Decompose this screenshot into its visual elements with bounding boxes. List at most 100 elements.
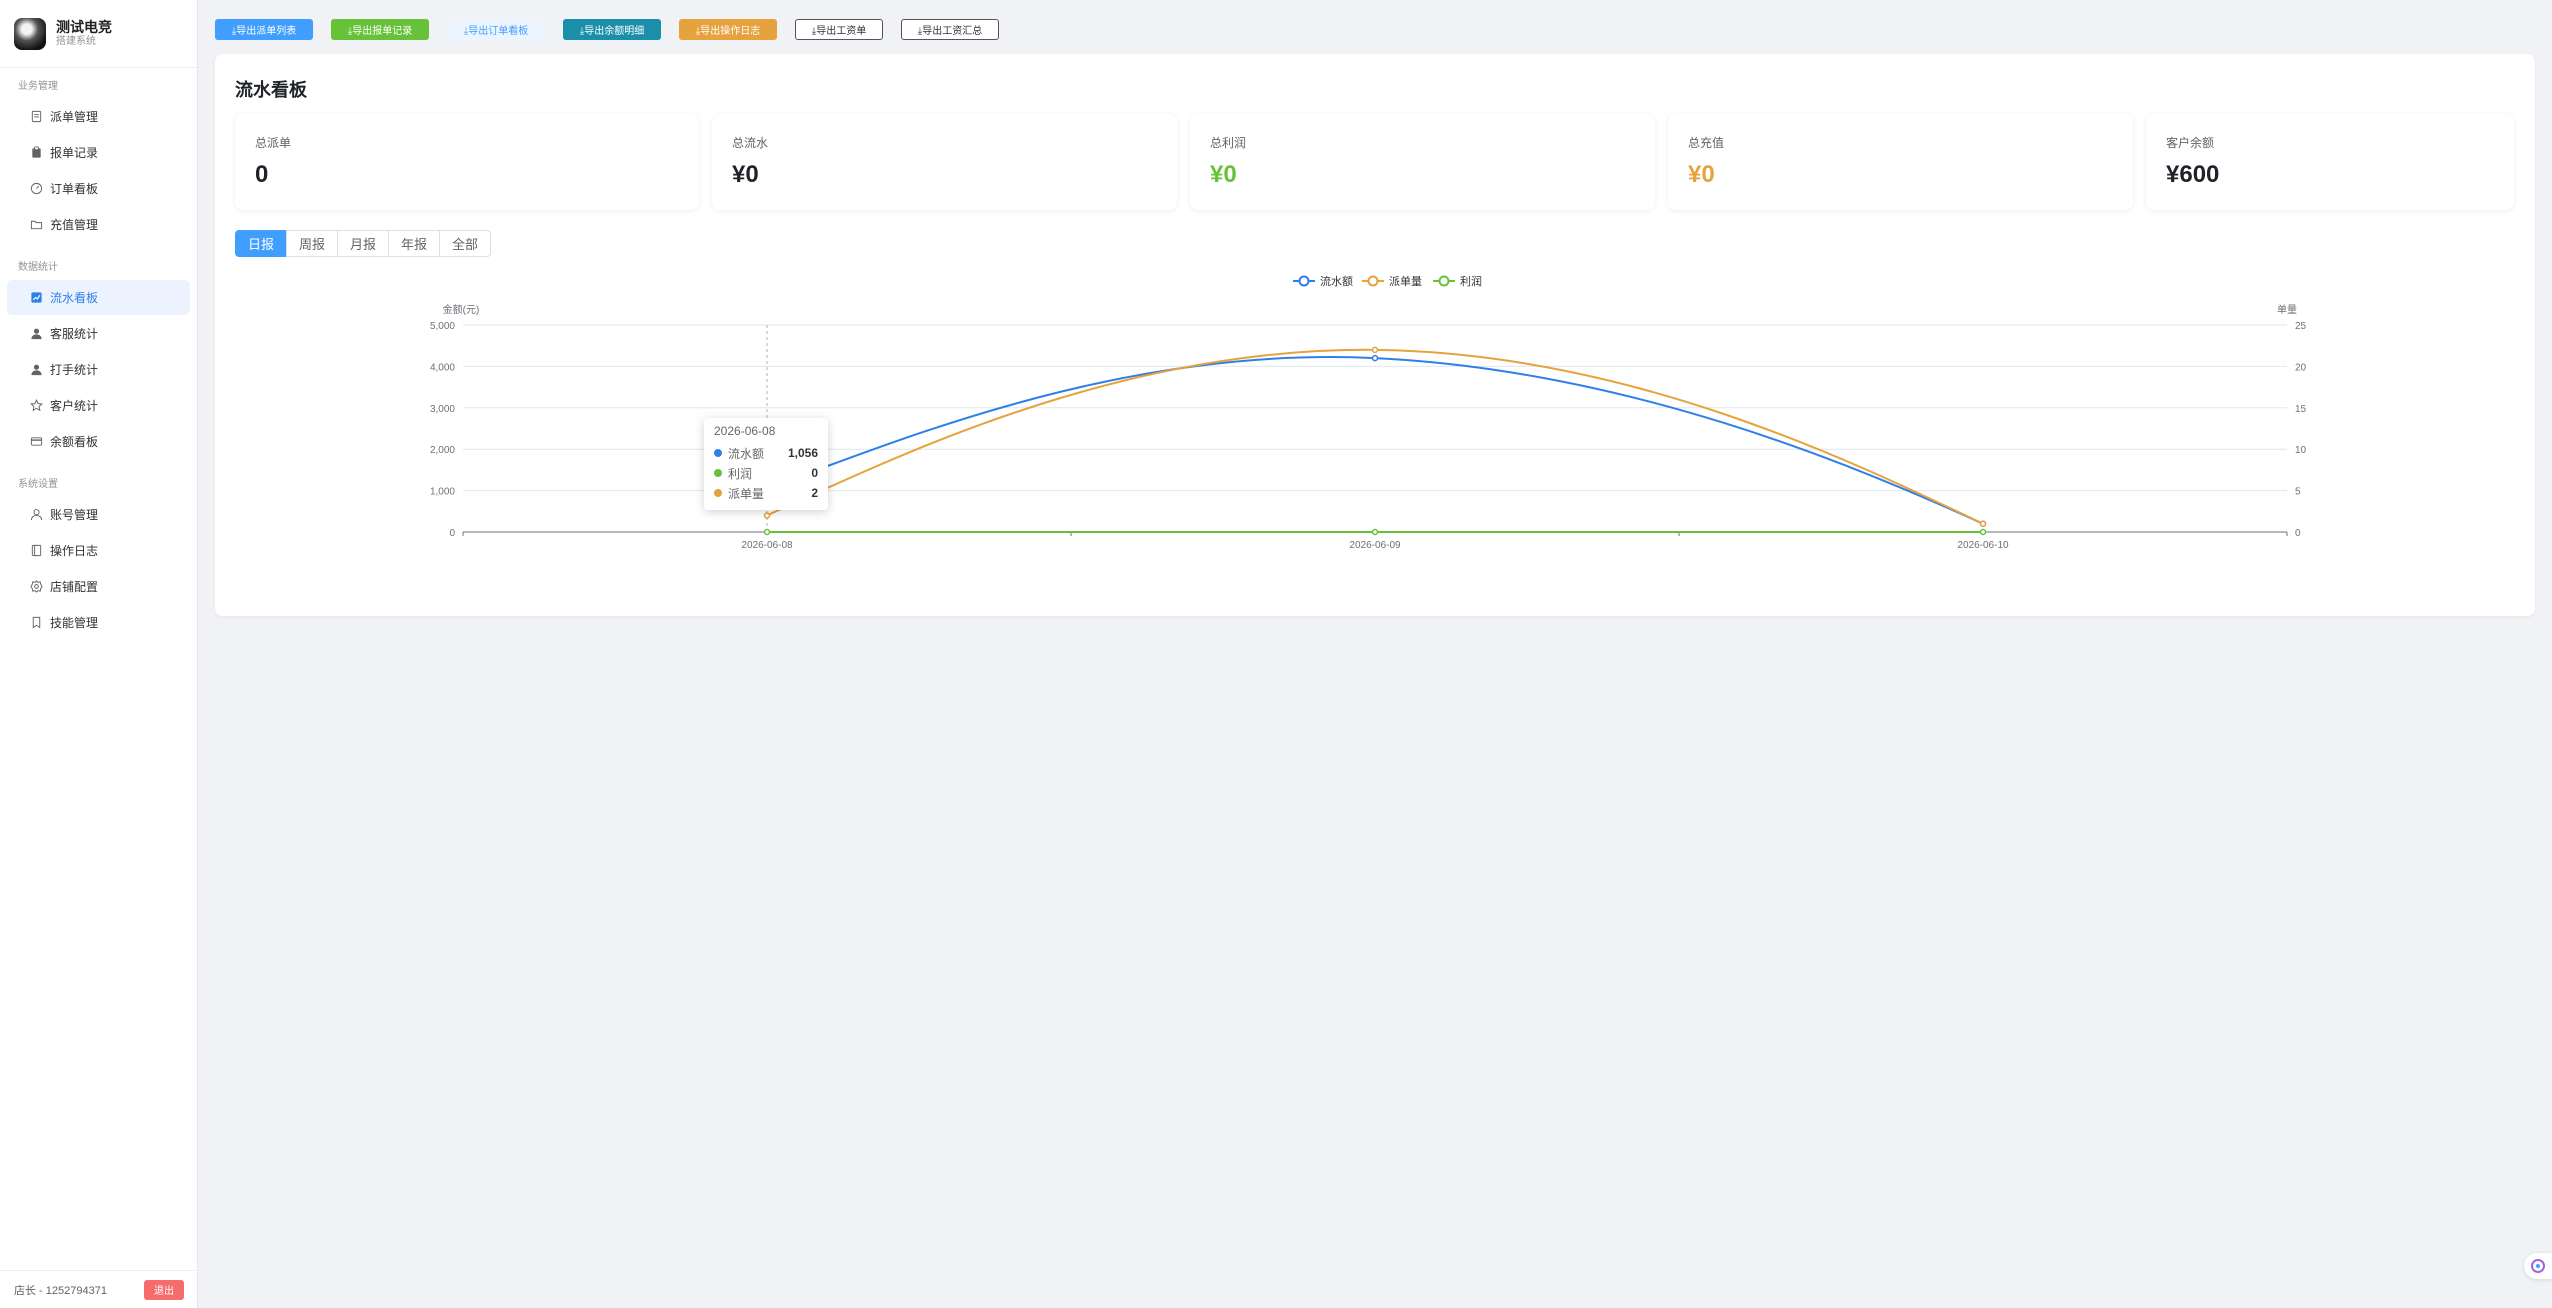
sidebar-item[interactable]: 打手统计 <box>7 352 190 387</box>
sidebar-item-label: 客服统计 <box>50 327 99 341</box>
tooltip-row: 派单量 2 <box>714 483 818 503</box>
sidebar-nav: 业务管理派单管理报单记录订单看板充值管理数据统计流水看板客服统计打手统计客户统计… <box>0 76 197 640</box>
y-tick-label-right: 5 <box>2295 487 2301 498</box>
export-button[interactable]: ⤓导出余额明细 <box>563 19 661 40</box>
revenue-chart: 0 01,000 52,000 103,000 154,000 205,000 25金额(元… <box>430 274 2307 551</box>
sidebar-item-label: 打手统计 <box>50 363 99 377</box>
sidebar-footer: 店长 - 1252794371 退出 <box>0 1270 198 1308</box>
brand-name: 测试电竞 <box>56 18 112 35</box>
y-tick-label-left: 5,000 <box>430 321 455 332</box>
sidebar-item-label: 技能管理 <box>50 616 99 630</box>
tooltip-series-name: 流水额 <box>728 446 765 461</box>
sidebar-item[interactable]: 操作日志 <box>7 533 190 568</box>
brand: 测试电竞 搭建系统 <box>0 0 197 68</box>
tooltip-series-name: 派单量 <box>728 486 765 501</box>
export-button[interactable]: ⤓导出工资汇总 <box>901 19 999 40</box>
legend-label: 流水额 <box>1320 274 1353 288</box>
assistant-icon[interactable] <box>2524 1253 2552 1279</box>
tooltip-series-value: 2 <box>811 486 818 500</box>
bookmark-icon <box>29 616 43 630</box>
sidebar-item[interactable]: 客服统计 <box>7 316 190 351</box>
export-button[interactable]: ⤓导出工资单 <box>795 19 883 40</box>
sidebar-item[interactable]: 报单记录 <box>7 135 190 170</box>
brand-subtitle: 搭建系统 <box>56 35 96 47</box>
legend-marker <box>1438 275 1450 287</box>
export-button[interactable]: ⤓导出操作日志 <box>679 19 777 40</box>
brand-logo <box>14 17 46 50</box>
tooltip-date: 2026-06-08 <box>714 424 776 438</box>
y-tick-label-left: 1,000 <box>430 487 455 498</box>
sidebar-item-label: 订单看板 <box>50 182 99 196</box>
sidebar-item-label: 操作日志 <box>50 544 99 558</box>
y-axis-title-left: 金额(元) <box>443 303 480 316</box>
user-icon <box>29 327 43 341</box>
user-icon <box>29 363 43 377</box>
chart-tooltip: 2026-06-08 流水额 1,056 利润 0 派单量 2 <box>704 418 828 510</box>
data-point <box>1979 528 1987 536</box>
sidebar-group-title: 数据统计 <box>18 262 58 273</box>
sidebar-item-label: 报单记录 <box>50 146 99 160</box>
tooltip-dot <box>714 489 722 497</box>
legend-label: 派单量 <box>1389 275 1422 288</box>
export-button[interactable]: ⤓导出派单列表 <box>215 19 313 40</box>
sidebar-item-label: 账号管理 <box>50 508 99 522</box>
legend-marker <box>1367 275 1379 287</box>
export-button[interactable]: ⤓导出报单记录 <box>331 19 429 40</box>
sidebar-item-label: 客户统计 <box>50 399 99 413</box>
gauge-icon <box>29 182 43 196</box>
sidebar-group-title: 系统设置 <box>18 479 58 490</box>
sidebar-item-label: 派单管理 <box>50 110 99 124</box>
sidebar-group-title: 业务管理 <box>18 81 58 92</box>
y-tick-label-right: 20 <box>2295 362 2307 373</box>
current-user: 店长 - 1252794371 <box>14 1284 107 1297</box>
card-icon <box>29 435 43 449</box>
y-tick-label-right: 15 <box>2295 404 2307 415</box>
series-line <box>766 348 1984 525</box>
x-tick-label: 2026-06-08 <box>741 540 793 551</box>
data-point <box>1979 520 1987 527</box>
y-tick-label-right: 10 <box>2295 445 2307 456</box>
data-point <box>1371 354 1379 362</box>
series-line <box>766 356 1984 525</box>
tooltip-dot <box>714 449 722 457</box>
x-tick-label: 2026-06-10 <box>1957 540 2009 551</box>
data-point <box>1371 346 1379 354</box>
sidebar-item[interactable]: 流水看板 <box>7 280 190 315</box>
sidebar-item[interactable]: 店铺配置 <box>7 569 190 604</box>
export-button[interactable]: ⤓导出订单看板 <box>447 19 545 40</box>
tooltip-series-value: 0 <box>811 466 818 480</box>
document-icon <box>29 110 43 124</box>
clipboard-icon <box>29 146 43 160</box>
logout-button[interactable]: 退出 <box>144 1279 184 1300</box>
sidebar-item[interactable]: 订单看板 <box>7 171 190 206</box>
sidebar-item-label: 流水看板 <box>50 291 99 305</box>
sidebar-item-label: 充值管理 <box>50 218 99 232</box>
tooltip-series-name: 利润 <box>728 466 753 481</box>
y-tick-label-right: 25 <box>2295 321 2307 332</box>
sidebar-item[interactable]: 余额看板 <box>7 424 190 459</box>
sidebar-item[interactable]: 客户统计 <box>7 388 190 423</box>
user-outline-icon <box>29 508 43 522</box>
dashboard-card: 流水看板 总派单 0 总流水 ¥0 总利润 ¥0 总充值 ¥0 客户余额 ¥600 日报 周报 月报年… <box>215 54 2535 616</box>
data-point <box>1371 528 1379 536</box>
tooltip-dot <box>714 469 722 477</box>
data-point <box>763 528 771 536</box>
y-tick-label-right: 0 <box>2295 528 2301 539</box>
star-icon <box>29 399 43 413</box>
y-tick-label-left: 4,000 <box>430 362 455 373</box>
data-point <box>763 512 771 519</box>
legend-marker <box>1298 275 1310 287</box>
sidebar-item-label: 余额看板 <box>50 435 99 449</box>
chart-icon <box>29 291 43 305</box>
sidebar-item[interactable]: 充值管理 <box>7 207 190 242</box>
book-icon <box>29 544 43 558</box>
gear-icon <box>29 580 43 594</box>
sidebar-item[interactable]: 派单管理 <box>7 99 190 134</box>
folder-icon <box>29 218 43 232</box>
sidebar-item[interactable]: 账号管理 <box>7 497 190 532</box>
sidebar: 测试电竞 搭建系统 业务管理派单管理报单记录订单看板充值管理数据统计流水看板客服… <box>0 0 198 1308</box>
y-tick-label-left: 0 <box>449 528 455 539</box>
sidebar-item[interactable]: 技能管理 <box>7 605 190 640</box>
export-toolbar: ⤓导出派单列表 ⤓导出报单记录 ⤓导出订单看板 ⤓导出余额明细 ⤓导出操作日志 ⤓导出工资… <box>215 19 999 40</box>
y-tick-label-left: 3,000 <box>430 404 455 415</box>
